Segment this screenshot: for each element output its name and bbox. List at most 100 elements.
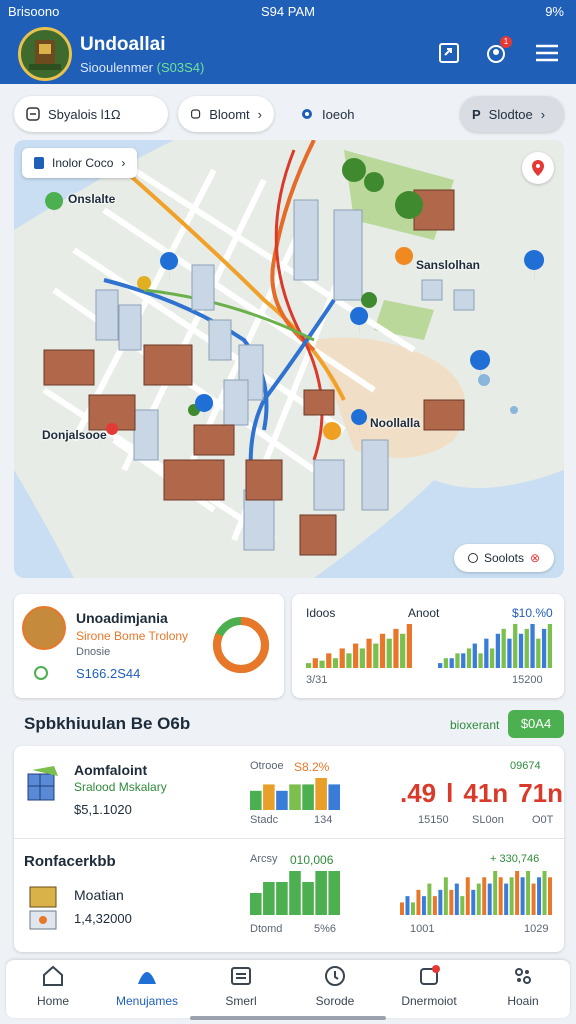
locate-button[interactable]: [522, 152, 554, 184]
chart-right-value: $10.%0: [512, 606, 553, 620]
map-label-place: Sanslolhan: [416, 258, 481, 272]
bar: [400, 633, 406, 668]
bar: [460, 896, 465, 915]
bar: [455, 653, 460, 668]
stop-icon: [190, 109, 201, 119]
section-title: Spbkhiuulan Be O6b: [24, 714, 191, 733]
status-bar: Brisoono S94 PAM 9%: [0, 0, 576, 24]
compass-icon: [325, 966, 345, 986]
nav-item-settings[interactable]: Hoain: [476, 964, 570, 1008]
nav-item-map[interactable]: Menujames: [100, 964, 194, 1008]
bar: [542, 871, 547, 915]
app-title: Undoallai: [80, 34, 166, 55]
chip-filter-2[interactable]: Bloomt ›: [178, 96, 274, 132]
nav-label: Home: [36, 994, 69, 1008]
item-price: $5,1.1020: [74, 802, 132, 817]
city-map[interactable]: Inolor Coco › Onslalte Sanslolhan Donjal…: [14, 140, 564, 578]
hamburger-icon: [536, 44, 558, 62]
nav-item-explore[interactable]: Sorode: [288, 964, 382, 1008]
bar: [526, 871, 531, 915]
bar: [332, 658, 339, 668]
bar: [315, 778, 327, 810]
bar: [432, 896, 437, 915]
item-bar-footer-label: Dtomd: [250, 923, 283, 935]
map-icon: [138, 972, 156, 984]
chip-filter-1[interactable]: Sbyalois l1Ω: [14, 96, 168, 132]
bar: [461, 653, 466, 668]
bar: [489, 648, 495, 668]
chevron-right-icon: ›: [540, 106, 546, 122]
menu-button[interactable]: [532, 38, 562, 68]
summary-card[interactable]: Unoadimjania Sirone Bome Trolony Dnosie …: [14, 594, 284, 698]
notification-badge: 1: [500, 36, 512, 48]
nav-item-list[interactable]: Smerl: [194, 964, 288, 1008]
chip-label: Slodtoe: [488, 106, 533, 122]
nav-label: Menujames: [115, 994, 179, 1008]
item-bar-label: Otrooe: [250, 760, 284, 772]
map-stats-button[interactable]: Soolots ⊗: [454, 544, 554, 572]
summary-avatar: [22, 606, 66, 650]
bar: [302, 882, 314, 915]
bar: [438, 889, 443, 915]
bar: [346, 653, 352, 668]
bar: [472, 643, 477, 668]
chevron-right-icon: ›: [257, 106, 262, 122]
bottom-navigation: Home Menujames Smerl Sorode Dnermoiot Ho…: [6, 960, 570, 1018]
bar: [393, 628, 399, 668]
bar: [421, 896, 426, 915]
list-item[interactable]: Ronfacerkbb Moatian 1,4,32000 Arcsy 010,…: [14, 839, 564, 952]
map-layer-label: Inolor Coco: [52, 156, 114, 170]
bar: [493, 871, 498, 915]
close-icon: ⊗: [529, 551, 541, 565]
chart-card[interactable]: Idoos Anoot $10.%0 3/31 15200: [292, 594, 564, 698]
bar: [366, 638, 372, 668]
list-item[interactable]: Aomfaloint Sralood Mskalary $5,1.1020 Ot…: [14, 746, 564, 838]
section-link[interactable]: bioxerant: [450, 718, 499, 732]
chip-filter-4[interactable]: P Slodtoe ›: [460, 96, 564, 132]
app-logo: [18, 27, 72, 81]
item-bar-footer-value: 5%6: [314, 923, 337, 935]
bar: [504, 883, 509, 915]
bar: [536, 638, 541, 668]
bar: [484, 638, 489, 668]
chart-mid-label: Anoot: [408, 606, 440, 620]
bar: [541, 628, 547, 668]
item-bar-value: 010,006: [290, 853, 334, 867]
bar: [306, 663, 312, 668]
bar: [524, 628, 529, 668]
nav-item-home[interactable]: Home: [6, 964, 100, 1008]
bar: [449, 889, 454, 915]
battery-text: 9%: [545, 4, 564, 19]
bar: [353, 643, 359, 668]
bar: [406, 624, 412, 668]
bar: [328, 871, 340, 915]
bar: [487, 883, 492, 915]
bar: [495, 633, 501, 668]
item-right-footer: O0T: [532, 814, 554, 826]
nav-label: Hoain: [507, 994, 539, 1008]
bar: [509, 877, 514, 915]
bar: [513, 624, 518, 668]
bar: [379, 633, 386, 668]
package-icon: [29, 886, 57, 930]
app-header: Undoallai Siooulenmer (S03S4) 1: [0, 24, 576, 84]
layers-icon: [34, 157, 44, 169]
bar: [537, 877, 542, 915]
bar: [410, 902, 415, 915]
chip-filter-3[interactable]: Ioeoh: [288, 96, 368, 132]
map-layer-button[interactable]: Inolor Coco ›: [22, 148, 138, 178]
share-icon: [439, 43, 459, 63]
item-right-footer: 15150: [418, 814, 449, 826]
bar: [443, 877, 448, 915]
home-indicator: [190, 1016, 386, 1020]
bar: [250, 893, 262, 915]
chip-label: Bloomt: [209, 106, 250, 122]
profile-button[interactable]: 1: [482, 36, 512, 68]
bar: [289, 871, 301, 915]
share-button[interactable]: [434, 38, 464, 68]
item-right-header: + 330,746: [490, 853, 540, 865]
nav-item-notifications[interactable]: Dnermoiot: [382, 964, 476, 1008]
section-action-button[interactable]: $0A4: [508, 710, 564, 738]
chevron-right-icon: ›: [121, 156, 126, 170]
bar: [315, 871, 327, 915]
